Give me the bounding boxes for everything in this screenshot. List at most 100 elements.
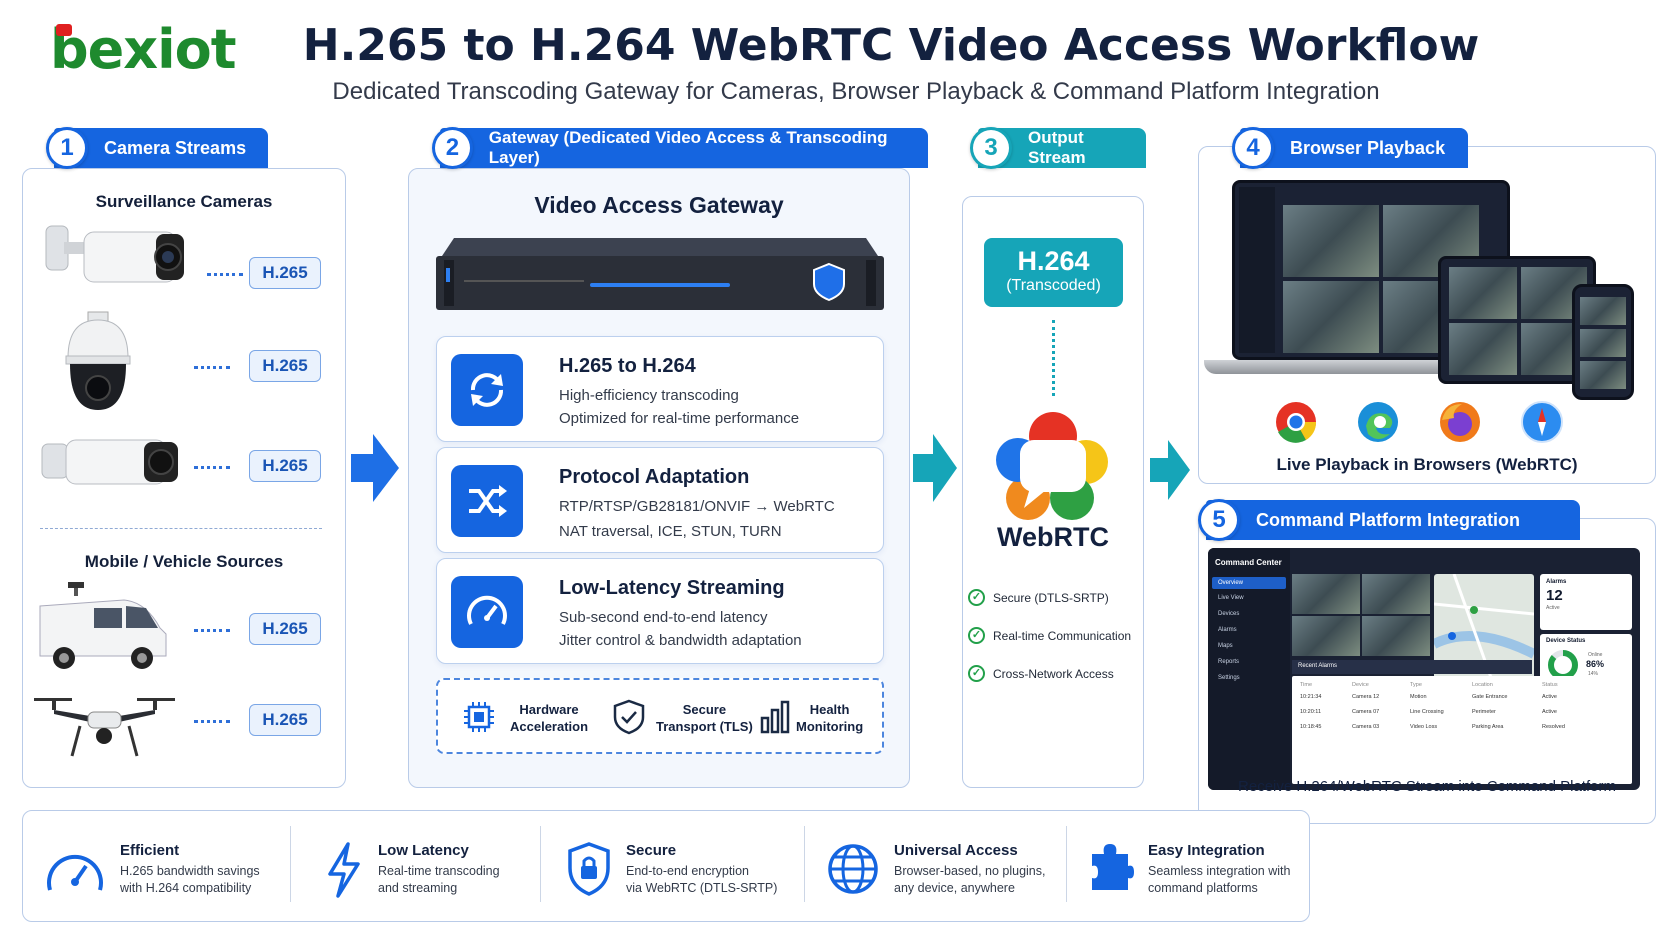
divider <box>1066 826 1067 902</box>
nav-item-maps[interactable]: Maps <box>1208 637 1290 653</box>
connector-dots <box>1052 320 1055 396</box>
capabilities-box: Hardware Acceleration Secure Transport (TL… <box>436 678 884 754</box>
app-title: Command Center <box>1215 558 1282 567</box>
benefit-line: End-to-end encryption <box>626 864 749 878</box>
van-image <box>36 582 171 672</box>
alarms-label: Alarms <box>1546 579 1567 585</box>
step-3-number: 3 <box>970 127 1012 169</box>
benefit-line: Real-time transcoding <box>378 864 500 878</box>
check-label: Secure (DTLS-SRTP) <box>993 590 1109 605</box>
benefit-line: via WebRTC (DTLS-SRTP) <box>626 881 778 895</box>
alarms-value: 12 <box>1546 587 1563 604</box>
connector-dots <box>194 466 230 469</box>
gateway-device-image <box>434 236 886 316</box>
table-cell: Camera 03 <box>1352 724 1380 730</box>
table-cell: Active <box>1542 709 1557 715</box>
recent-alarms-label: Recent Alarms <box>1292 660 1532 674</box>
lock-shield-icon <box>566 842 612 901</box>
divider <box>804 826 805 902</box>
nav-item-settings[interactable]: Settings <box>1208 669 1290 685</box>
feature-line: RTP/RTSP/GB28181/ONVIF → WebRTC <box>559 498 835 515</box>
step-2-number: 2 <box>432 127 473 169</box>
section-divider <box>40 528 322 529</box>
capability-label: Hardware Acceleration <box>510 701 588 735</box>
benefit-line: command platforms <box>1148 881 1258 895</box>
connector-dots <box>194 366 230 369</box>
feature-card-transcoding: H.265 to H.264 High-efficiency transcodi… <box>436 336 884 442</box>
globe-icon <box>826 842 880 901</box>
step-4-number: 4 <box>1232 127 1274 169</box>
feature-title: H.265 to H.264 <box>559 355 696 377</box>
codec-badge: H.265 <box>249 350 321 382</box>
nav-item-devices[interactable]: Devices <box>1208 605 1290 621</box>
nav-item-overview[interactable]: Overview <box>1212 577 1286 589</box>
puzzle-icon <box>1086 842 1134 897</box>
table-header-cell: Time <box>1300 682 1313 688</box>
step-4-label: Browser Playback <box>1290 137 1446 158</box>
step-3-tab: 3 Output Stream <box>970 127 1146 169</box>
feature-card-protocol: Protocol Adaptation RTP/RTSP/GB28181/ONV… <box>436 447 884 553</box>
table-header-cell: Status <box>1542 682 1558 688</box>
benefit-easy-integration: Easy Integration Seamless integration wit… <box>1086 842 1306 897</box>
chip-icon <box>462 700 496 739</box>
codec-badge: H.265 <box>249 450 321 482</box>
step-5-tab: 5 Command Platform Integration <box>1198 499 1580 541</box>
table-cell: Motion <box>1410 694 1427 700</box>
benefit-universal-access: Universal Access Browser-based, no plugin… <box>826 842 1066 901</box>
table-cell: Video Loss <box>1410 724 1438 730</box>
output-codec-note: (Transcoded) <box>1006 277 1101 294</box>
check-label: Cross-Network Access <box>993 666 1114 681</box>
bullet-camera-image <box>40 430 185 502</box>
benefit-title: Easy Integration <box>1148 842 1265 859</box>
step-5-number: 5 <box>1198 499 1240 541</box>
benefit-efficient: Efficient H.265 bandwidth savings with H.2… <box>44 842 274 901</box>
check-icon: ✓ <box>968 665 985 682</box>
chrome-icon <box>1274 400 1318 449</box>
drone-image <box>32 690 177 760</box>
webrtc-logo-icon <box>994 410 1112 520</box>
ptz-camera-image <box>58 310 138 415</box>
feature-line: Jitter control & bandwidth adaptation <box>559 632 802 649</box>
connector-dots <box>194 720 230 723</box>
step-5-label: Command Platform Integration <box>1256 509 1521 530</box>
webrtc-label: WebRTC <box>997 522 1109 552</box>
benefit-title: Low Latency <box>378 842 469 859</box>
step-1-number: 1 <box>46 127 88 169</box>
benefit-line: H.265 bandwidth savings <box>120 864 260 878</box>
check-item: ✓ Secure (DTLS-SRTP) <box>968 589 1109 606</box>
table-header-cell: Location <box>1472 682 1493 688</box>
flow-arrow <box>351 434 399 502</box>
codec-badge: H.265 <box>249 257 321 289</box>
feature-line: Sub-second end-to-end latency <box>559 609 768 626</box>
mobile-heading: Mobile / Vehicle Sources <box>84 552 284 571</box>
benefit-line: any device, anywhere <box>894 881 1015 895</box>
shuffle-icon <box>451 465 523 537</box>
edge-icon <box>1356 400 1400 449</box>
benefit-low-latency: Low Latency Real-time transcoding and stre… <box>324 842 554 903</box>
capability-line: Secure <box>682 702 727 717</box>
benefit-title: Secure <box>626 842 677 859</box>
gateway-heading: Video Access Gateway <box>534 192 784 218</box>
benefit-line: Seamless integration with <box>1148 864 1291 878</box>
table-cell: 10:21:34 <box>1300 694 1322 700</box>
command-caption: Receive H.264/WebRTC Stream into Command… <box>1238 778 1616 795</box>
table-cell: Active <box>1542 694 1557 700</box>
nav-item-live-view[interactable]: Live View <box>1208 589 1290 605</box>
h264-badge: H.264 (Transcoded) <box>984 238 1123 307</box>
nav-item-alarms[interactable]: Alarms <box>1208 621 1290 637</box>
page-subtitle: Dedicated Transcoding Gateway for Camera… <box>332 78 1380 105</box>
benefit-line: and streaming <box>378 881 458 895</box>
divider <box>540 826 541 902</box>
capability-line: Acceleration <box>510 719 589 734</box>
capability-line: Health <box>809 702 850 717</box>
divider <box>290 826 291 902</box>
online-label: Online <box>1588 652 1603 658</box>
nav-item-reports[interactable]: Reports <box>1208 653 1290 669</box>
table-row: 10:18:45 Camera 03 Video Loss Parking Area R… <box>1300 722 1624 737</box>
table-row: 10:21:34 Camera 12 Motion Gate Entrance Acti… <box>1300 692 1624 707</box>
connector-dots <box>194 629 230 632</box>
check-icon: ✓ <box>968 627 985 644</box>
table-cell: Camera 07 <box>1352 709 1380 715</box>
page-title: H.265 to H.264 WebRTC Video Access Workf… <box>302 20 1480 71</box>
command-center-app: Command Center Overview Live View Device… <box>1208 548 1640 790</box>
